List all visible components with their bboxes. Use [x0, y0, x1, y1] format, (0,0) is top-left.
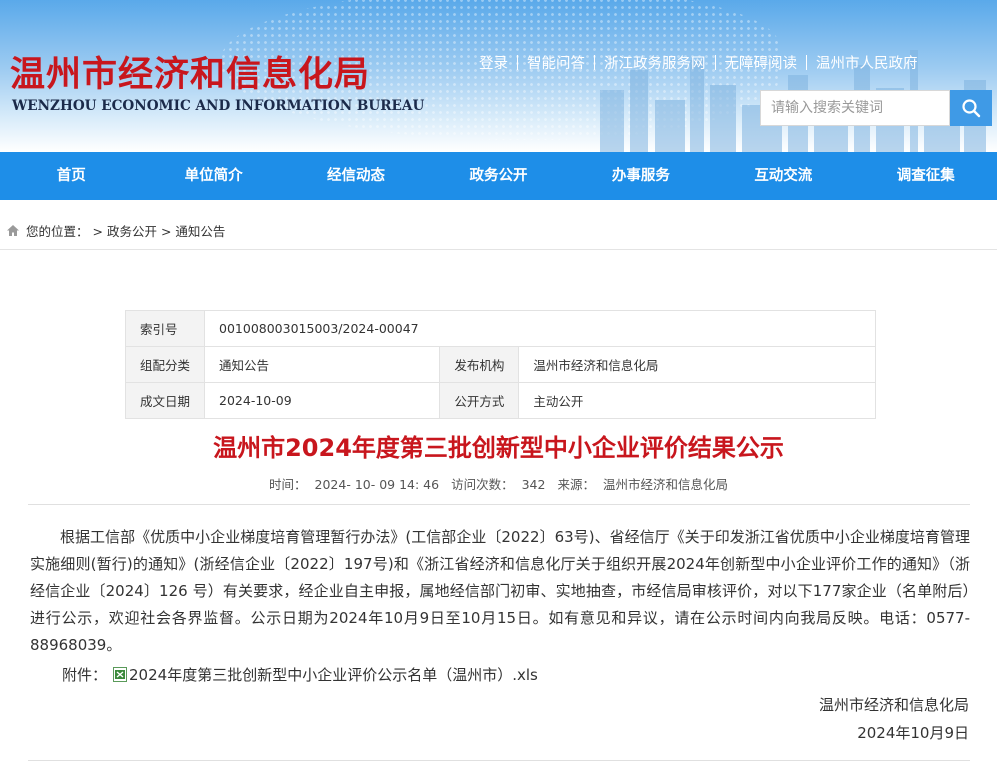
accessibility-link[interactable]: 无障碍阅读: [716, 52, 807, 73]
search-input[interactable]: 请输入搜索关键词: [760, 90, 950, 126]
meta-key: 公开方式: [439, 382, 520, 419]
article-body: 根据工信部《优质中小企业梯度培育管理暂行办法》(工信部企业〔2022〕63号)、…: [30, 528, 970, 654]
search-button[interactable]: [950, 90, 992, 126]
breadcrumb-label: 您的位置：: [26, 224, 89, 239]
meta-key: 发布机构: [439, 346, 520, 383]
signature-org: 温州市经济和信息化局: [818, 696, 969, 714]
article-info: 时间： 2024- 10- 09 14: 46 访问次数： 342 来源： 温州市经济…: [0, 474, 997, 493]
nav-gov-affairs[interactable]: 政务公开: [427, 152, 569, 200]
visits-value: 342: [521, 477, 546, 492]
main-nav: 首页 单位简介 经信动态 政务公开 办事服务 互动交流 调查征集: [0, 152, 997, 200]
excel-file-icon: [113, 667, 128, 682]
signature-date: 2024年10月9日: [857, 724, 969, 742]
meta-value: 主动公开: [518, 382, 876, 419]
home-icon: [6, 224, 20, 237]
breadcrumb-gov-affairs[interactable]: > 政务公开: [93, 221, 157, 240]
site-header: 温州市经济和信息化局 WENZHOU ECONOMIC AND INFORMAT…: [0, 0, 997, 152]
meta-value: 001008003015003/2024-00047: [204, 310, 876, 347]
city-gov-link[interactable]: 温州市人民政府: [807, 52, 927, 73]
source-label: 来源：: [557, 477, 595, 492]
smart-qa-link[interactable]: 智能问答: [518, 52, 594, 73]
zj-service-link[interactable]: 浙江政务服务网: [595, 52, 715, 73]
meta-key: 组配分类: [124, 346, 206, 383]
nav-home[interactable]: 首页: [0, 152, 142, 200]
source-value: 温州市经济和信息化局: [602, 477, 728, 492]
attachment-link[interactable]: 2024年度第三批创新型中小企业评价公示名单（温州市）.xls: [129, 664, 538, 685]
breadcrumb: 您的位置： > 政务公开 > 通知公告: [0, 212, 997, 250]
search-icon: [962, 99, 981, 118]
nav-about[interactable]: 单位简介: [142, 152, 284, 200]
nav-services[interactable]: 办事服务: [570, 152, 712, 200]
nav-news[interactable]: 经信动态: [285, 152, 427, 200]
document-meta-table: 索引号 001008003015003/2024-00047 组配分类 通知公告…: [124, 310, 876, 419]
breadcrumb-notices[interactable]: > 通知公告: [161, 221, 225, 240]
meta-value: 温州市经济和信息化局: [518, 346, 876, 383]
time-value: 2024- 10- 09 14: 46: [314, 477, 440, 492]
nav-interaction[interactable]: 互动交流: [712, 152, 854, 200]
attachment-label: 附件：: [62, 666, 108, 684]
top-links: 登录 智能问答 浙江政务服务网 无障碍阅读 温州市人民政府: [470, 51, 927, 73]
visits-label: 访问次数：: [451, 477, 514, 492]
meta-value: 2024-10-09: [204, 382, 441, 419]
time-label: 时间：: [269, 477, 307, 492]
login-link[interactable]: 登录: [470, 52, 517, 73]
divider: [28, 760, 970, 761]
site-logo-subtitle: WENZHOU ECONOMIC AND INFORMATION BUREAU: [12, 98, 425, 114]
site-logo-title[interactable]: 温州市经济和信息化局: [10, 46, 370, 97]
attachment-row: 附件： 2024年度第三批创新型中小企业评价公示名单（温州市）.xls: [62, 664, 538, 685]
nav-survey[interactable]: 调查征集: [855, 152, 997, 200]
divider: [28, 504, 970, 505]
meta-key: 成文日期: [124, 382, 206, 419]
article-title: 温州市2024年度第三批创新型中小企业评价结果公示: [213, 434, 784, 462]
meta-key: 索引号: [124, 310, 206, 347]
meta-value: 通知公告: [204, 346, 441, 383]
